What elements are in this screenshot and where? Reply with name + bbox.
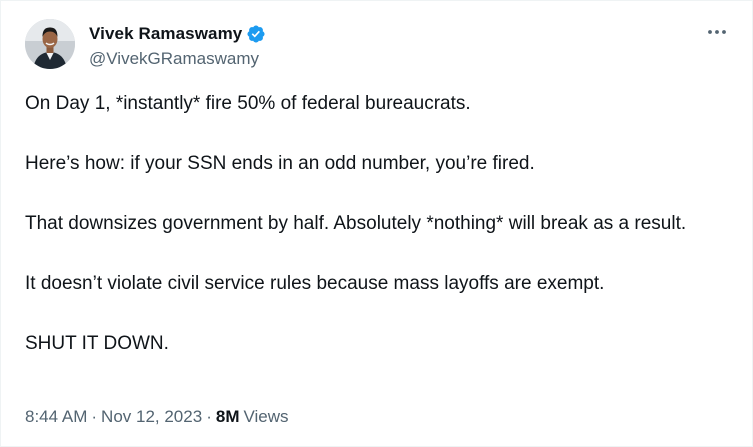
views-count[interactable]: 8M — [216, 407, 240, 427]
tweet-paragraph: It doesn’t violate civil service rules b… — [25, 273, 605, 294]
views-label[interactable]: Views — [243, 407, 288, 427]
tweet-paragraph: Here’s how: if your SSN ends in an odd n… — [25, 153, 535, 174]
avatar-image — [25, 19, 75, 69]
tweet-paragraph: On Day 1, *instantly* fire 50% of federa… — [25, 93, 471, 114]
avatar[interactable] — [25, 19, 75, 69]
meta-separator: · — [91, 407, 98, 426]
display-name-row: Vivek Ramaswamy — [89, 22, 266, 46]
tweet-metadata: 8:44 AM · Nov 12, 2023 · 8M Views — [25, 407, 289, 427]
tweet-time[interactable]: 8:44 AM — [25, 407, 87, 427]
meta-separator: · — [206, 407, 212, 426]
author-handle[interactable]: @VivekGRamaswamy — [89, 49, 266, 69]
tweet-paragraph: SHUT IT DOWN. — [25, 333, 169, 354]
tweet-paragraph: That downsizes government by half. Absol… — [25, 213, 687, 234]
tweet-text: On Day 1, *instantly* fire 50% of federa… — [25, 89, 730, 389]
author-display-name[interactable]: Vivek Ramaswamy — [89, 24, 242, 44]
verified-badge-icon[interactable] — [246, 24, 266, 44]
more-options-icon[interactable] — [706, 23, 728, 41]
tweet-date[interactable]: Nov 12, 2023 — [101, 407, 202, 427]
tweet-header: Vivek Ramaswamy @VivekGRamaswamy — [25, 19, 732, 71]
author-names: Vivek Ramaswamy @VivekGRamaswamy — [89, 22, 266, 69]
tweet-card: Vivek Ramaswamy @VivekGRamaswamy On Day … — [0, 0, 753, 447]
